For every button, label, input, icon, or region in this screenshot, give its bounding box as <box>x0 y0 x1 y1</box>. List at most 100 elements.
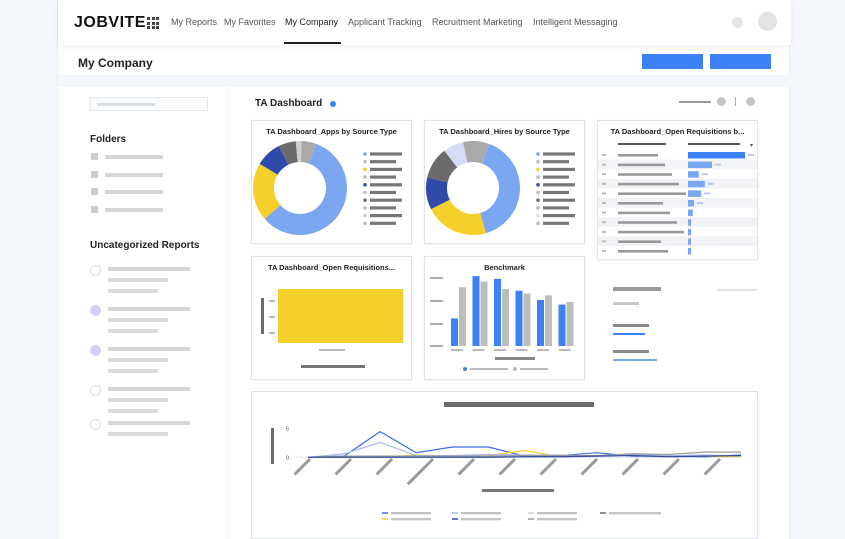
legend-dot <box>536 183 540 187</box>
report-item[interactable] <box>90 305 210 339</box>
y-tick-label <box>269 300 275 302</box>
nav-intelligent-messaging[interactable]: Intelligent Messaging <box>533 17 618 27</box>
table-bar <box>688 219 691 226</box>
row-label <box>618 192 686 195</box>
x-tick-label <box>375 457 394 476</box>
trend-line-chart: 50 <box>271 402 742 521</box>
y-tick-label <box>269 332 275 334</box>
legend-label <box>370 190 396 195</box>
report-item[interactable] <box>90 419 210 453</box>
bar <box>459 287 466 346</box>
legend-label <box>543 175 569 179</box>
jobvite-logo[interactable]: JOBVITE <box>74 14 146 32</box>
card-trend-line-chart[interactable]: 50 <box>251 391 758 539</box>
zoom-slider[interactable] <box>679 101 711 103</box>
x-tick-label <box>703 457 722 476</box>
settings-icon[interactable] <box>746 97 755 106</box>
user-avatar[interactable] <box>758 12 777 31</box>
legend-label <box>543 183 575 187</box>
row-index <box>602 173 606 176</box>
card-apps-by-source[interactable]: TA Dashboard_Apps by Source Type <box>251 120 412 244</box>
legend-dot <box>363 175 367 179</box>
legend-dot <box>513 367 517 371</box>
y-axis-label <box>271 428 274 464</box>
legend-dot <box>463 367 467 371</box>
apps-by-source-donut <box>253 141 402 236</box>
folder-item[interactable] <box>91 188 171 196</box>
folder-item[interactable] <box>91 171 171 179</box>
header-action-button-2[interactable] <box>710 54 771 69</box>
legend-dot <box>536 198 540 202</box>
nav-recruitment-marketing[interactable]: Recruitment Marketing <box>432 17 523 27</box>
row-index <box>602 182 606 185</box>
card-kpi-summary[interactable] <box>597 272 767 372</box>
legend-label <box>537 518 577 521</box>
legend-dot <box>536 206 540 210</box>
x-tick-label <box>334 457 353 476</box>
row-label <box>618 230 684 234</box>
legend-label <box>370 175 396 179</box>
row-label <box>618 173 672 176</box>
app-grid-icon[interactable] <box>147 17 159 29</box>
kpi-value <box>613 359 657 361</box>
table-bar <box>688 200 694 207</box>
legend-label <box>370 221 396 225</box>
legend-label <box>370 183 402 187</box>
bar <box>494 278 501 346</box>
bar-value <box>707 182 714 185</box>
folder-item[interactable] <box>91 206 171 214</box>
card-open-requisitions-table[interactable]: TA Dashboard_Open Requisitions b... ▾ <box>597 120 758 260</box>
zoom-handle[interactable] <box>717 97 726 106</box>
notification-icon[interactable] <box>732 17 743 28</box>
legend-label <box>461 512 501 515</box>
kpi-label <box>613 287 661 291</box>
nav-my-favorites[interactable]: My Favorites <box>224 17 276 27</box>
report-item[interactable] <box>90 345 210 379</box>
kpi-label <box>613 350 649 353</box>
legend-label <box>391 512 431 515</box>
y-tick-label <box>430 300 443 302</box>
card-hires-by-source[interactable]: TA Dashboard_Hires by Source Type <box>424 120 585 244</box>
legend-label <box>370 206 396 210</box>
x-tick-label <box>457 457 476 476</box>
control-divider <box>735 97 736 106</box>
bar-value <box>701 173 708 176</box>
legend-label <box>543 214 575 218</box>
report-item[interactable] <box>90 265 210 299</box>
card-benchmark[interactable]: Benchmark <box>424 256 585 380</box>
x-tick-label <box>621 457 640 476</box>
y-tick-label <box>269 316 275 318</box>
legend-dot <box>363 190 367 195</box>
nav-my-company[interactable]: My Company <box>285 17 338 27</box>
row-label <box>618 221 677 224</box>
nav-applicant-tracking[interactable]: Applicant Tracking <box>348 17 422 27</box>
kpi-label-faint <box>717 289 757 291</box>
folder-item[interactable] <box>91 153 171 161</box>
x-tick-label <box>494 349 506 351</box>
legend-label <box>543 221 569 225</box>
legend-label <box>370 198 402 202</box>
x-tick-label <box>537 349 549 351</box>
legend-dot <box>363 213 367 218</box>
folders-heading: Folders <box>90 134 127 145</box>
open-requisitions-table: ▾ <box>598 143 757 255</box>
chart-title <box>444 402 594 407</box>
row-index <box>602 154 606 156</box>
header-action-button-1[interactable] <box>642 54 703 69</box>
bar <box>451 318 458 346</box>
report-item[interactable] <box>90 385 210 419</box>
row-index <box>602 163 606 166</box>
kpi-summary-graphic <box>613 287 757 361</box>
x-tick-label <box>498 457 517 476</box>
y-tick-label: 0 <box>286 455 289 461</box>
card-open-requisitions-bar[interactable]: TA Dashboard_Open Requisitions... <box>251 256 412 380</box>
legend-label <box>543 167 575 171</box>
dashboard-title: TA Dashboard <box>255 98 323 109</box>
row-label <box>618 240 661 243</box>
sidebar-search-input[interactable] <box>90 97 208 111</box>
sort-icon: ▾ <box>750 143 753 149</box>
kpi-sub-label <box>613 302 639 305</box>
legend-dot <box>536 190 540 195</box>
nav-my-reports[interactable]: My Reports <box>171 17 217 27</box>
y-tick-label <box>430 345 443 347</box>
